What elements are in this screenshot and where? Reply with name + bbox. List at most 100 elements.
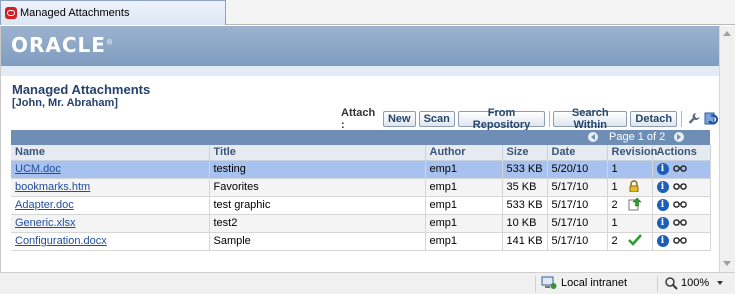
column-header-date[interactable]: Date <box>547 145 608 161</box>
table-header-row: Name Title Author Size Date Revision Act… <box>11 145 711 161</box>
refresh-icon[interactable] <box>703 111 719 127</box>
cell-title: Sample <box>209 232 426 251</box>
scroll-down-icon[interactable] <box>723 261 731 266</box>
cell-date: 5/17/10 <box>547 214 608 233</box>
glasses-icon[interactable] <box>672 163 687 175</box>
security-zone-label: Local intranet <box>561 277 628 289</box>
cell-name: Generic.xlsx <box>11 214 210 233</box>
header-strip <box>1 66 720 76</box>
revision-number: 2 <box>611 199 618 211</box>
table-row[interactable]: UCM.doc testing emp1 533 KB 5/20/10 1 i <box>11 160 711 179</box>
glasses-icon[interactable] <box>672 217 687 229</box>
glasses-icon[interactable] <box>672 181 687 193</box>
previous-page-icon[interactable] <box>588 132 598 142</box>
cell-date: 5/20/10 <box>547 160 608 179</box>
vertical-scrollbar[interactable] <box>719 26 735 272</box>
cell-revision: 1 <box>607 160 653 179</box>
cell-date: 5/17/10 <box>547 196 608 215</box>
table-row[interactable]: bookmarks.htm Favorites emp1 35 KB 5/17/10 1 i <box>11 178 711 197</box>
file-name-link[interactable]: Configuration.docx <box>15 235 107 247</box>
cell-revision: 1 <box>607 214 653 233</box>
page-subtitle: [John, Mr. Abraham] <box>12 97 118 109</box>
page-title: Managed Attachments <box>12 82 151 97</box>
info-icon[interactable]: i <box>656 235 669 247</box>
file-name-link[interactable]: Generic.xlsx <box>15 217 76 229</box>
cell-date: 5/17/10 <box>547 178 608 197</box>
cell-author: emp1 <box>425 196 503 215</box>
detach-button[interactable]: Detach <box>630 111 678 127</box>
cell-title: test graphic <box>209 196 426 215</box>
cell-actions: i <box>652 214 711 233</box>
zoom-control[interactable]: 100% <box>664 276 724 290</box>
browser-tab[interactable]: Managed Attachments <box>0 0 226 25</box>
info-icon[interactable]: i <box>656 217 669 229</box>
info-icon[interactable]: i <box>656 181 669 193</box>
revision-number: 1 <box>611 181 618 193</box>
wrench-icon[interactable] <box>687 111 701 127</box>
cell-name: Configuration.docx <box>11 232 210 251</box>
browser-tab-title: Managed Attachments <box>20 7 130 19</box>
cell-date: 5/17/10 <box>547 232 608 251</box>
cell-revision: 1 <box>607 178 653 197</box>
file-name-link[interactable]: UCM.doc <box>15 163 61 175</box>
zoom-level: 100% <box>681 277 710 289</box>
cell-size: 533 KB <box>502 160 548 179</box>
cell-actions: i <box>652 160 711 179</box>
cell-name: Adapter.doc <box>11 196 210 215</box>
column-header-title[interactable]: Title <box>209 145 426 161</box>
zoom-dropdown-icon[interactable] <box>717 281 724 285</box>
column-header-name[interactable]: Name <box>11 145 210 161</box>
column-header-size[interactable]: Size <box>502 145 548 161</box>
cell-title: test2 <box>209 214 426 233</box>
file-name-link[interactable]: bookmarks.htm <box>15 181 90 193</box>
revision-number: 1 <box>611 163 618 175</box>
scan-button[interactable]: Scan <box>418 111 455 127</box>
column-header-revision[interactable]: Revision <box>607 145 657 161</box>
glasses-icon[interactable] <box>672 199 687 211</box>
cell-size: 10 KB <box>502 214 548 233</box>
security-zone[interactable]: Local intranet <box>541 276 627 290</box>
table-row[interactable]: Configuration.docx Sample emp1 141 KB 5/17/1… <box>11 232 711 251</box>
status-divider <box>657 276 658 292</box>
column-header-actions: Actions <box>652 145 711 161</box>
info-icon[interactable]: i <box>656 163 669 175</box>
cell-title: testing <box>209 160 426 179</box>
toolbar-divider <box>549 111 551 127</box>
attach-toolbar: Attach : New Scan From Repository Search… <box>341 107 719 131</box>
attachments-table: Name Title Author Size Date Revision Act… <box>11 145 711 251</box>
next-page-icon[interactable] <box>674 132 684 142</box>
scroll-up-icon[interactable] <box>723 31 731 36</box>
glasses-icon[interactable] <box>672 235 687 247</box>
lock-icon <box>628 179 640 195</box>
cell-name: bookmarks.htm <box>11 178 210 197</box>
zoom-icon <box>665 277 678 290</box>
intranet-icon <box>541 276 557 289</box>
from-repository-button[interactable]: From Repository <box>457 107 546 131</box>
attach-label: Attach : <box>341 107 376 131</box>
cell-author: emp1 <box>425 178 503 197</box>
info-icon[interactable]: i <box>656 199 669 211</box>
pager-bar: Page 1 of 2 <box>11 130 710 145</box>
cell-revision: 2 <box>607 232 653 251</box>
file-name-link[interactable]: Adapter.doc <box>15 199 74 211</box>
browser-status-bar: Local intranet 100% <box>0 272 735 294</box>
upload-icon <box>628 197 642 214</box>
cell-actions: i <box>652 178 711 197</box>
revision-number: 2 <box>611 235 618 247</box>
cell-size: 533 KB <box>502 196 548 215</box>
cell-revision: 2 <box>607 196 653 215</box>
cell-author: emp1 <box>425 232 503 251</box>
cell-actions: i <box>652 232 711 251</box>
browser-tab-bar: Managed Attachments <box>0 0 735 25</box>
search-within-button[interactable]: Search Within <box>553 107 628 131</box>
table-row[interactable]: Generic.xlsx test2 emp1 10 KB 5/17/10 1 i <box>11 214 711 233</box>
table-row[interactable]: Adapter.doc test graphic emp1 533 KB 5/17/10… <box>11 196 711 215</box>
oracle-logo: ORACLE® <box>11 33 114 57</box>
cell-title: Favorites <box>209 178 426 197</box>
cell-size: 141 KB <box>502 232 548 251</box>
new-button[interactable]: New <box>382 111 416 127</box>
column-header-author[interactable]: Author <box>425 145 503 161</box>
revision-number: 1 <box>611 217 618 229</box>
checkmark-icon <box>627 233 642 249</box>
brand-header: ORACLE® <box>1 26 720 66</box>
